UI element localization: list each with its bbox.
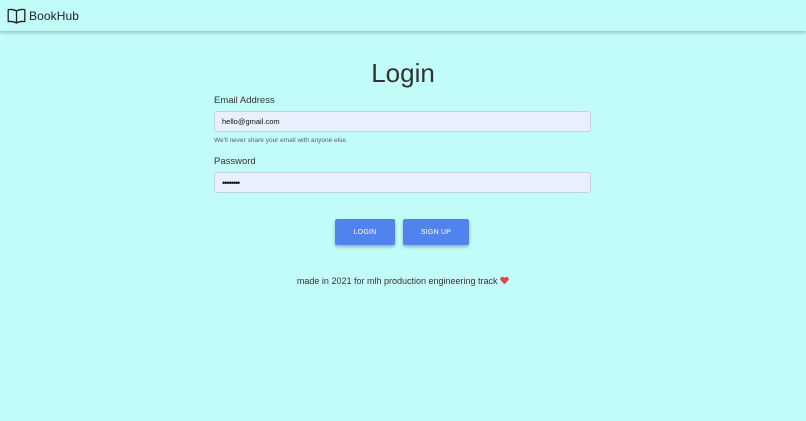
heart-icon	[500, 276, 509, 285]
brand-link[interactable]: BookHub	[7, 8, 79, 24]
password-label: Password	[214, 156, 256, 167]
email-field[interactable]	[214, 111, 591, 132]
password-field[interactable]	[214, 172, 591, 193]
footer: made in 2021 for mlh production engineer…	[0, 276, 806, 286]
open-book-icon	[7, 8, 26, 24]
navbar: BookHub	[0, 0, 806, 31]
login-button[interactable]: LOGIN	[335, 219, 395, 245]
email-help-text: We'll never share your email with anyone…	[214, 137, 348, 144]
footer-text: made in 2021 for mlh production engineer…	[296, 276, 498, 286]
page-title: Login	[371, 58, 435, 88]
brand-name: BookHub	[29, 8, 80, 23]
signup-button[interactable]: SIGN UP	[403, 219, 469, 245]
email-label: Email Address	[214, 95, 275, 106]
